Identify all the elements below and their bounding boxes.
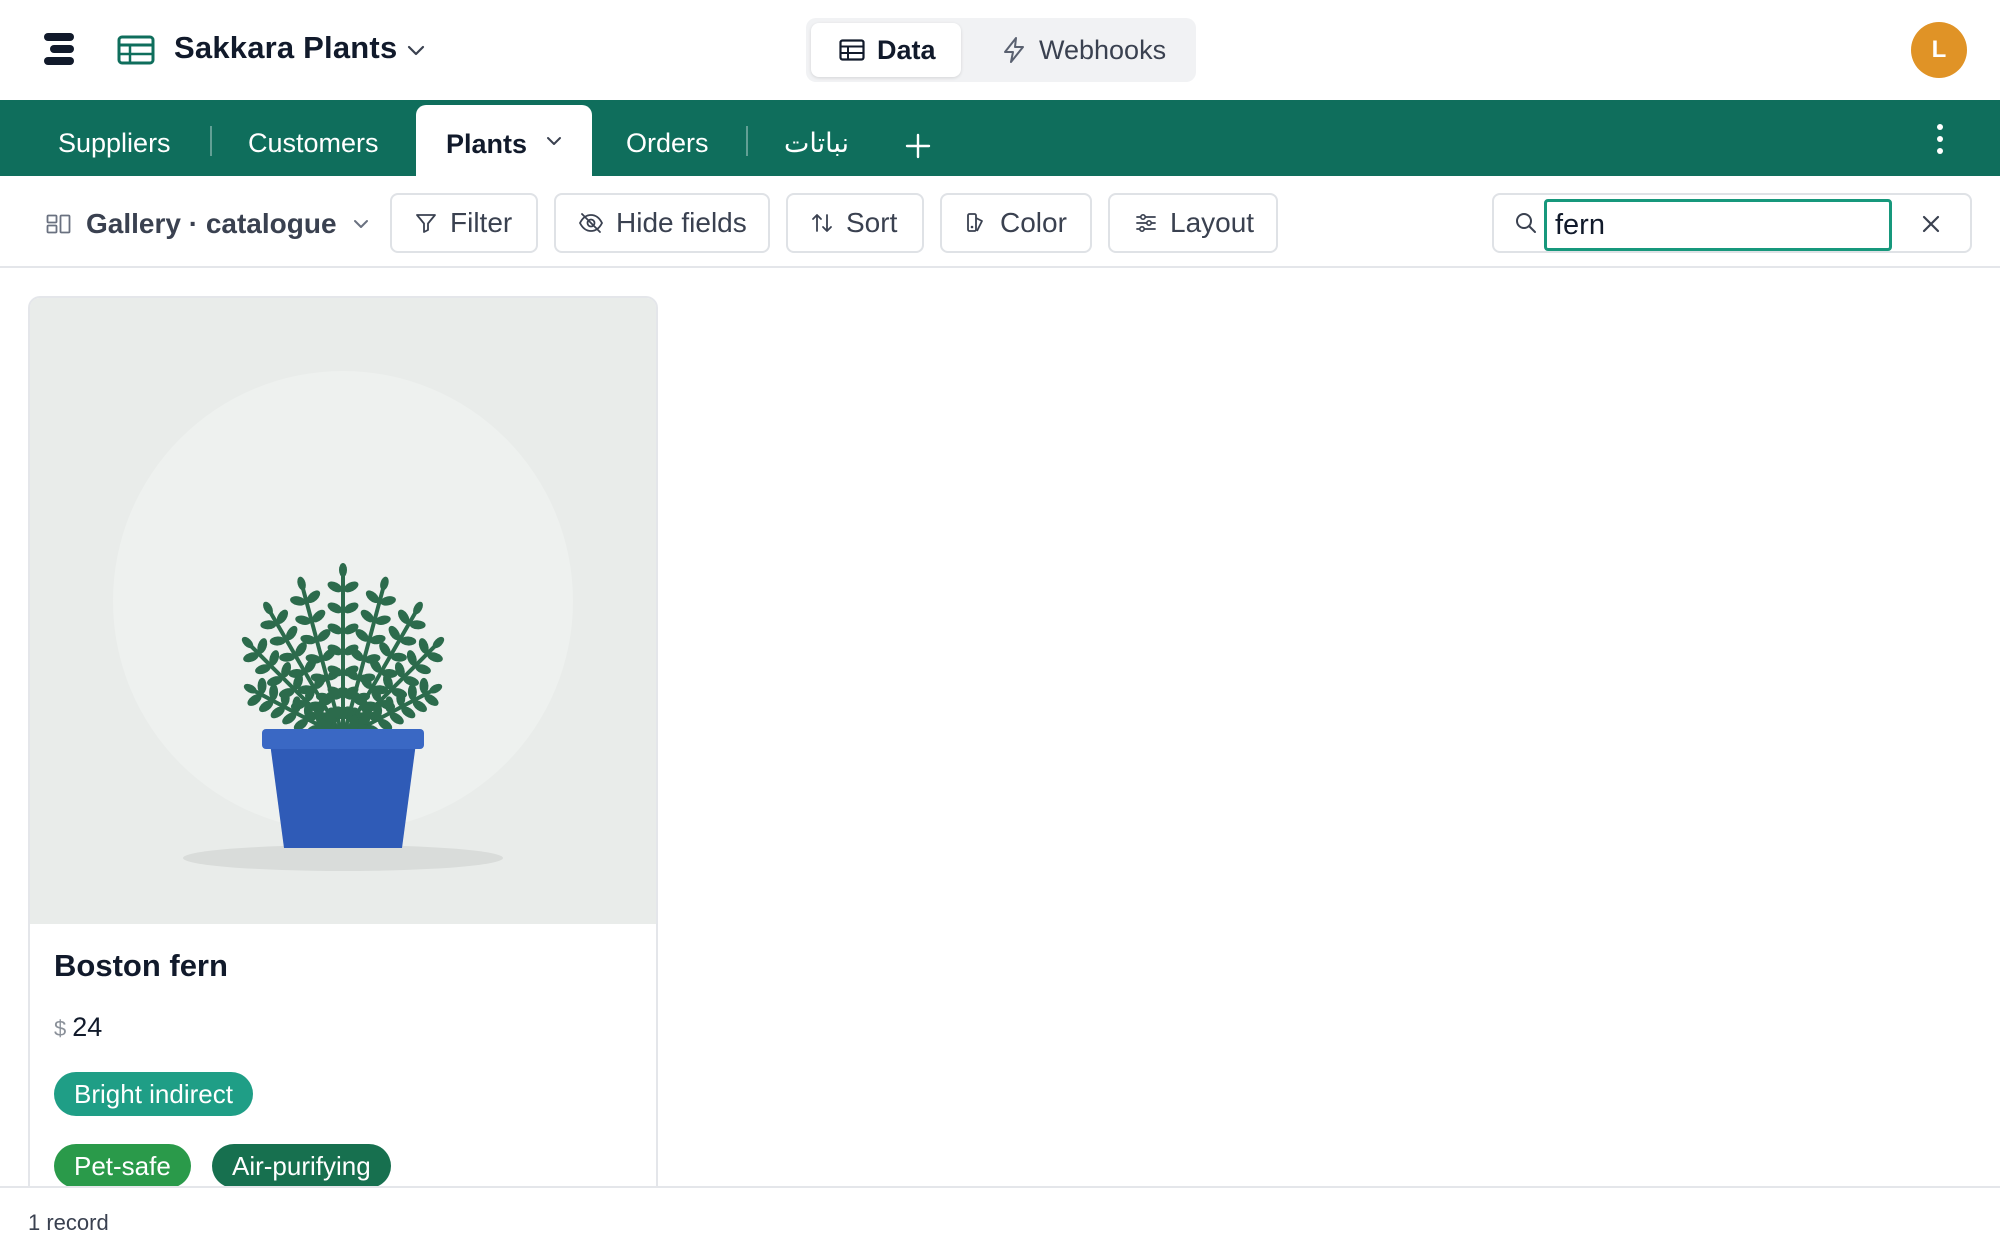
mode-switch: Data Webhooks (806, 18, 1196, 82)
paint-icon (967, 213, 983, 232)
more-options-icon[interactable] (1928, 124, 1952, 160)
search-icon (1516, 213, 1536, 233)
tab-suppliers[interactable]: Suppliers (58, 128, 171, 159)
light-tag: Bright indirect (54, 1072, 253, 1116)
add-table-icon[interactable] (902, 130, 934, 162)
chevron-down-icon[interactable] (404, 38, 428, 62)
hide-fields-button[interactable]: Hide fields (554, 193, 770, 253)
webhooks-mode-button[interactable]: Webhooks (991, 23, 1191, 77)
sort-label: Sort (846, 207, 898, 238)
table-icon (117, 35, 155, 65)
tag-air-purifying: Air-purifying (212, 1144, 391, 1188)
sort-button[interactable]: Sort (786, 193, 924, 253)
search-input[interactable] (1544, 199, 1892, 251)
card-title: Boston fern (54, 948, 228, 983)
eye-off-icon (578, 213, 604, 233)
status-footer: 1 record (0, 1186, 2000, 1250)
webhooks-mode-label: Webhooks (1039, 34, 1167, 65)
filter-button[interactable]: Filter (390, 193, 538, 253)
gallery-icon (46, 214, 71, 234)
tab-plants[interactable]: Plants (416, 105, 592, 176)
top-bar: Sakkara Plants Data Webhooks L (0, 0, 2000, 100)
gallery-view: Boston fern $24 Bright indirect Pet-safe… (0, 270, 2000, 1188)
close-icon[interactable] (1918, 211, 1944, 237)
base-title[interactable]: Sakkara Plants (174, 30, 397, 66)
sort-icon (812, 214, 832, 232)
grid-icon (839, 39, 865, 61)
lightning-icon (1004, 37, 1024, 63)
chevron-down-icon[interactable] (544, 131, 564, 151)
data-mode-button[interactable]: Data (811, 23, 961, 77)
plant-image (30, 298, 656, 924)
tab-plants-arabic[interactable]: نباتات (784, 128, 849, 159)
menu-icon[interactable] (40, 28, 80, 68)
price-value: 24 (72, 1012, 103, 1042)
currency-symbol: $ (54, 1016, 67, 1041)
sliders-icon (1136, 213, 1156, 233)
avatar[interactable]: L (1911, 22, 1967, 78)
chevron-down-icon (353, 220, 368, 228)
card-price: $24 (54, 1012, 102, 1043)
record-count: 1 record (28, 1210, 109, 1235)
color-label: Color (1000, 207, 1067, 238)
layout-label: Layout (1170, 207, 1255, 238)
view-selector[interactable]: Gallery · catalogue (46, 204, 371, 244)
color-button[interactable]: Color (940, 193, 1092, 253)
view-name: Gallery · catalogue (86, 208, 337, 239)
filter-icon (416, 214, 436, 233)
hide-fields-label: Hide fields (616, 207, 747, 238)
layout-button[interactable]: Layout (1108, 193, 1278, 253)
filter-label: Filter (450, 207, 513, 238)
gallery-card[interactable]: Boston fern $24 Bright indirect Pet-safe… (28, 296, 658, 1188)
tab-plants-label: Plants (446, 129, 528, 159)
data-mode-label: Data (877, 34, 936, 65)
tag-pet-safe: Pet-safe (54, 1144, 191, 1188)
tab-orders[interactable]: Orders (626, 128, 709, 159)
tab-customers[interactable]: Customers (248, 128, 379, 159)
view-toolbar: Gallery · catalogue Filter Hide fields S… (0, 176, 2000, 268)
tab-divider (746, 126, 748, 156)
tab-divider (210, 126, 212, 156)
table-tabs-bar: Suppliers Customers Plants Orders نباتات (0, 100, 2000, 176)
search-box (1492, 193, 1972, 253)
